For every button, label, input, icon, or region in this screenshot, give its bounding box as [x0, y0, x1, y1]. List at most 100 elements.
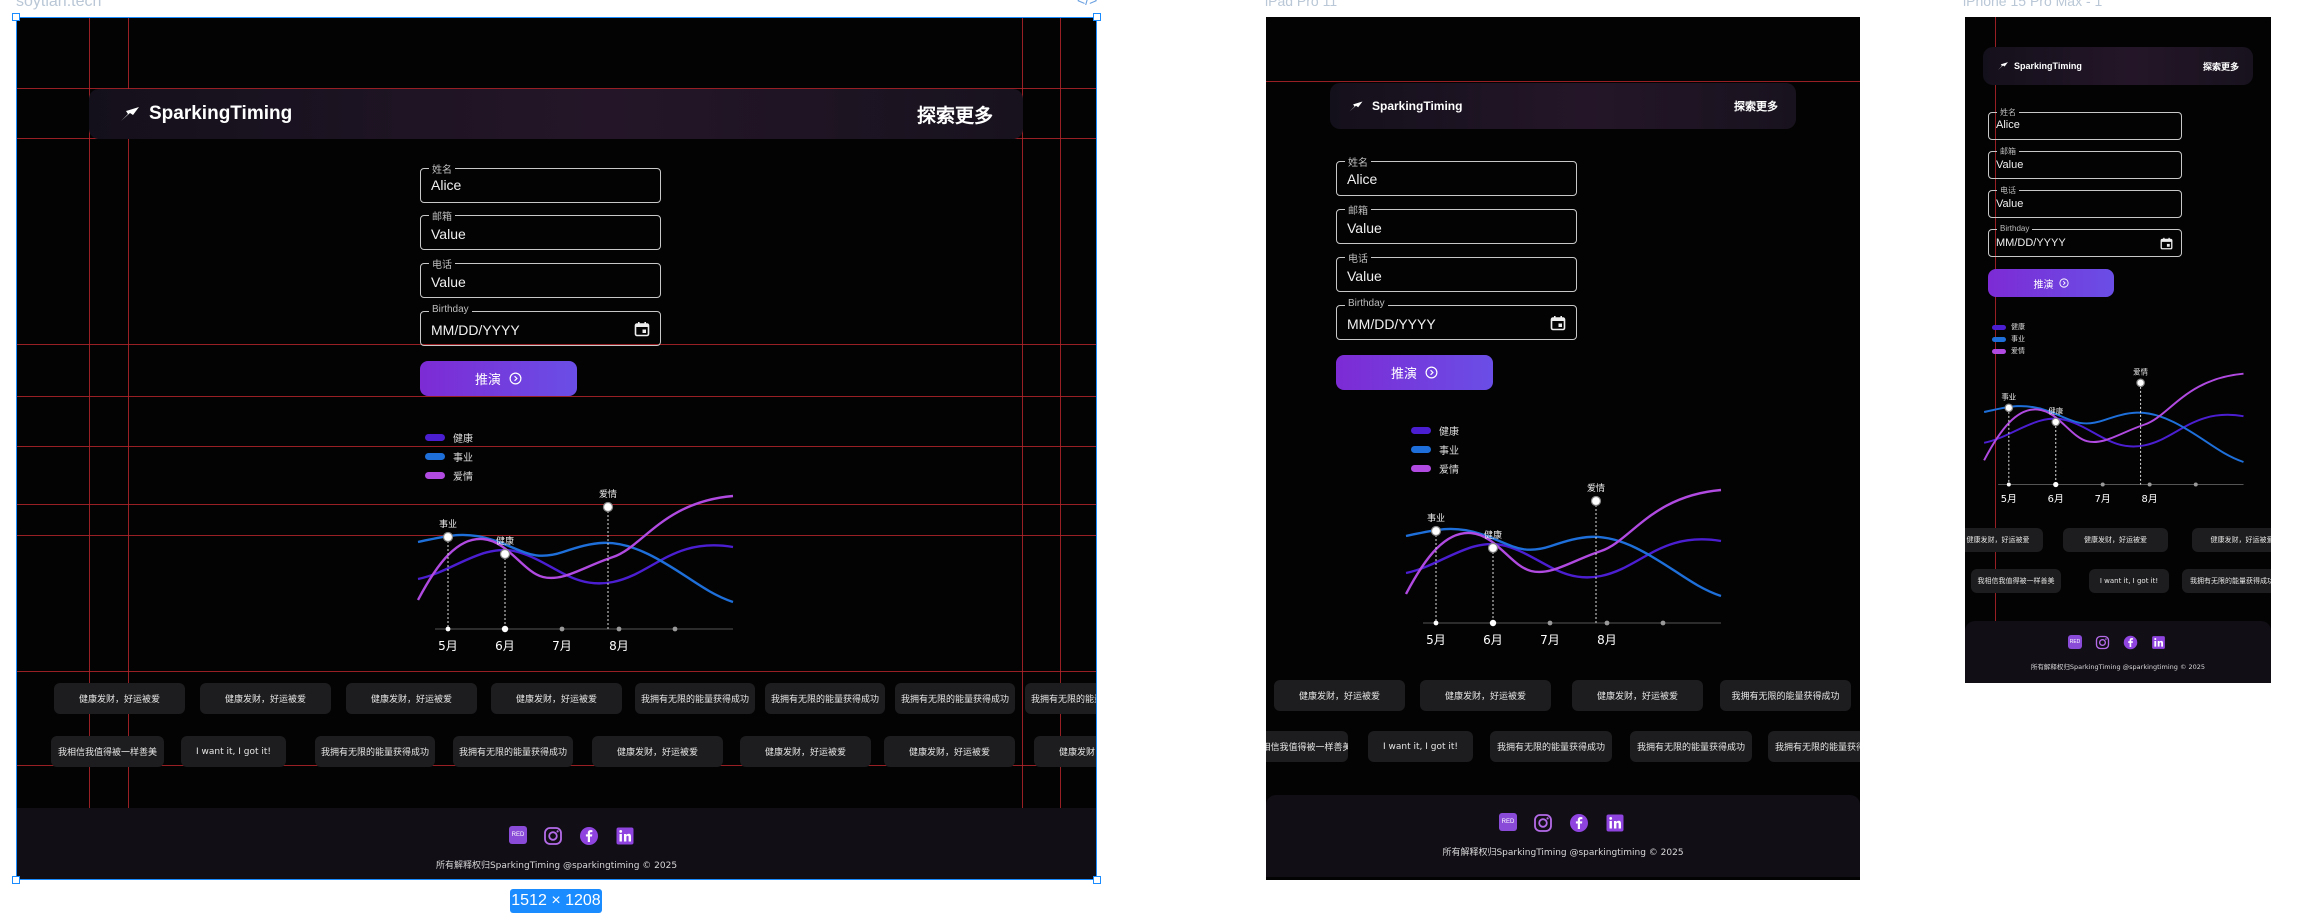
highlight-point [1430, 525, 1442, 537]
submit-button[interactable]: 推演 [1988, 269, 2114, 297]
affirmation-chip[interactable]: 我拥有无限的能量获得成功 [635, 683, 755, 714]
calendar-icon[interactable] [1550, 315, 1566, 331]
affirmation-chip[interactable]: 健康发财，好运被爱 [1572, 680, 1703, 711]
explore-more-link[interactable]: 探索更多 [1734, 98, 1778, 114]
calendar-icon[interactable] [2160, 237, 2173, 250]
ipad-frame[interactable]: SparkingTiming 探索更多 姓名 Alice 邮箱 Value 电话… [1266, 17, 1860, 880]
affirmation-chip[interactable]: I want it, I got it! [181, 736, 286, 767]
desktop-frame[interactable]: SparkingTiming 探索更多 姓名 Alice 邮箱 Value 电话… [16, 17, 1097, 880]
name-value: Alice [431, 177, 462, 193]
xiaohongshu-icon[interactable]: RED [2068, 635, 2082, 649]
email-field[interactable]: 邮箱 Value [1988, 146, 2182, 179]
brand[interactable]: SparkingTiming [1348, 99, 1462, 113]
affirmation-chip[interactable]: 健康发财，好运被爱 [346, 683, 477, 714]
frame-label-iphone[interactable]: iPhone 15 Pro Max - 1 [1963, 0, 2102, 9]
affirmation-chip[interactable]: 我拥有无限的能量获得成功 [315, 736, 435, 767]
brand[interactable]: SparkingTiming [1997, 61, 2082, 71]
x-tick-dot [1433, 620, 1439, 626]
x-tick-label: 5月 [1426, 633, 1446, 647]
name-field[interactable]: 姓名 Alice [1336, 154, 1577, 196]
instagram-icon[interactable] [2095, 635, 2110, 650]
instagram-icon[interactable] [1533, 813, 1553, 833]
birthday-field[interactable]: Birthday MM/DD/YYYY [1988, 224, 2182, 257]
affirmation-chip[interactable]: 健康发财，好运被爱 [1274, 680, 1405, 711]
brand-name: SparkingTiming [2014, 61, 2082, 71]
birthday-field[interactable]: Birthday MM/DD/YYYY [1336, 298, 1577, 340]
linkedin-icon[interactable] [615, 826, 635, 846]
copyright-text: 所有解释权归SparkingTiming @sparkingtiming © 2… [2030, 663, 2206, 671]
legend-item-health: 健康 [1411, 423, 1459, 438]
affirmation-chip[interactable]: 健康发财，好运被爱 [884, 736, 1015, 767]
logo-icon [1349, 100, 1363, 112]
logo-icon [121, 107, 139, 121]
chart-legend: 健康 事业 爱情 [425, 430, 473, 483]
affirmation-chip[interactable]: 我相信我值得被一样善美 [1266, 731, 1348, 762]
phone-field[interactable]: 电话 Value [1336, 250, 1577, 292]
affirmation-chip[interactable]: 我拥有无限的能量获得成功 [895, 683, 1015, 714]
xiaohongshu-icon[interactable]: RED [509, 826, 527, 844]
name-field[interactable]: 姓名 Alice [1988, 107, 2182, 140]
affirmation-chip[interactable]: 健康发财，好运被爱 [54, 683, 185, 714]
submit-button[interactable]: 推演 [420, 361, 577, 396]
email-value: Value [1347, 220, 1382, 236]
affirmation-chip[interactable]: 健康发财，好运被爱 [2063, 528, 2168, 552]
brand[interactable]: SparkingTiming [119, 103, 292, 125]
birthday-field[interactable]: Birthday MM/DD/YYYY [420, 304, 661, 346]
affirmation-chip[interactable]: 我拥有无限的能量获得成功 [1768, 731, 1860, 762]
legend-item-career: 事业 [425, 449, 473, 464]
resize-handle-br[interactable] [1093, 876, 1101, 884]
email-field[interactable]: 邮箱 Value [1336, 202, 1577, 244]
affirmation-chip[interactable]: 健康发财，好运被爱 [2192, 528, 2271, 552]
affirmation-chip[interactable]: 我拥有无限的能量获得成功 [2182, 569, 2271, 593]
resize-handle-tr[interactable] [1093, 13, 1101, 21]
code-icon[interactable]: </> [1077, 0, 1097, 8]
affirmation-chip[interactable]: 我拥有无限的能量获得成功 [765, 683, 885, 714]
phone-field[interactable]: 电话 Value [1988, 185, 2182, 218]
facebook-icon[interactable] [1569, 813, 1589, 833]
affirmation-chip[interactable]: 我相信我值得被一样善美 [1971, 569, 2061, 593]
iphone-frame[interactable]: SparkingTiming 探索更多 姓名 Alice 邮箱 Value 电话… [1965, 17, 2271, 683]
email-field[interactable]: 邮箱 Value [420, 208, 661, 250]
frame-label-desktop[interactable]: soytian.tech [16, 0, 101, 11]
affirmation-chip[interactable]: 健康发财，好运被爱 [1420, 680, 1551, 711]
facebook-icon[interactable] [2123, 635, 2138, 650]
affirmation-chip[interactable]: 我拥有无限的能量获得成功 [1630, 731, 1752, 762]
affirmation-chip[interactable]: I want it, I got it! [1368, 731, 1473, 762]
name-field[interactable]: 姓名 Alice [420, 161, 661, 203]
affirmation-chip[interactable]: 健康发财，好运被爱 [491, 683, 622, 714]
highlight-point [1590, 495, 1602, 507]
affirmation-chip[interactable]: 我拥有无限的能量获得成功 [1025, 683, 1097, 714]
affirmation-chip[interactable]: 健康发财，好运被爱 [200, 683, 331, 714]
affirmation-chip[interactable]: 健康发财，好运被爱 [740, 736, 871, 767]
point-annotation: 爱情 [1587, 482, 1605, 494]
footer: RED 所有解释权归SparkingTiming @sparkingtiming… [1266, 795, 1860, 877]
facebook-icon[interactable] [579, 826, 599, 846]
affirmation-chip[interactable]: 健康发财，好运被爱 [592, 736, 723, 767]
highlight-point [2051, 417, 2061, 427]
explore-more-link[interactable]: 探索更多 [2203, 60, 2239, 73]
affirmation-chip[interactable]: 我拥有无限的能量获得成功 [1490, 731, 1612, 762]
resize-handle-tl[interactable] [12, 13, 20, 21]
instagram-icon[interactable] [543, 826, 563, 846]
phone-field[interactable]: 电话 Value [420, 256, 661, 298]
affirmation-chip[interactable]: I want it, I got it! [2089, 569, 2169, 593]
affirmation-chip[interactable]: 我相信我值得被一样善美 [51, 736, 164, 767]
submit-label: 推演 [474, 372, 501, 387]
frame-label-ipad[interactable]: iPad Pro 11" [1265, 0, 1342, 9]
linkedin-icon[interactable] [1605, 813, 1625, 833]
calendar-icon[interactable] [634, 321, 650, 337]
legend-item-career: 事业 [1411, 442, 1459, 457]
x-tick-label: 6月 [2048, 493, 2064, 505]
explore-more-link[interactable]: 探索更多 [917, 101, 993, 128]
submit-label: 推演 [2033, 279, 2054, 291]
affirmation-chip[interactable]: 我拥有无限的能量获得成功 [1720, 680, 1851, 711]
submit-button[interactable]: 推演 [1336, 355, 1493, 390]
affirmation-chip[interactable]: 我拥有无限的能量获得成功 [453, 736, 573, 767]
resize-handle-bl[interactable] [12, 876, 20, 884]
affirmation-chip[interactable]: 健康发财，好运被爱 [1034, 736, 1097, 767]
affirmation-chip[interactable]: 健康发财，好运被爱 [1965, 528, 2043, 552]
chart-legend: 健康 事业 爱情 [1411, 423, 1459, 476]
xiaohongshu-icon[interactable]: RED [1499, 813, 1517, 831]
linkedin-icon[interactable] [2151, 635, 2166, 650]
legend-item-love: 爱情 [425, 468, 473, 483]
